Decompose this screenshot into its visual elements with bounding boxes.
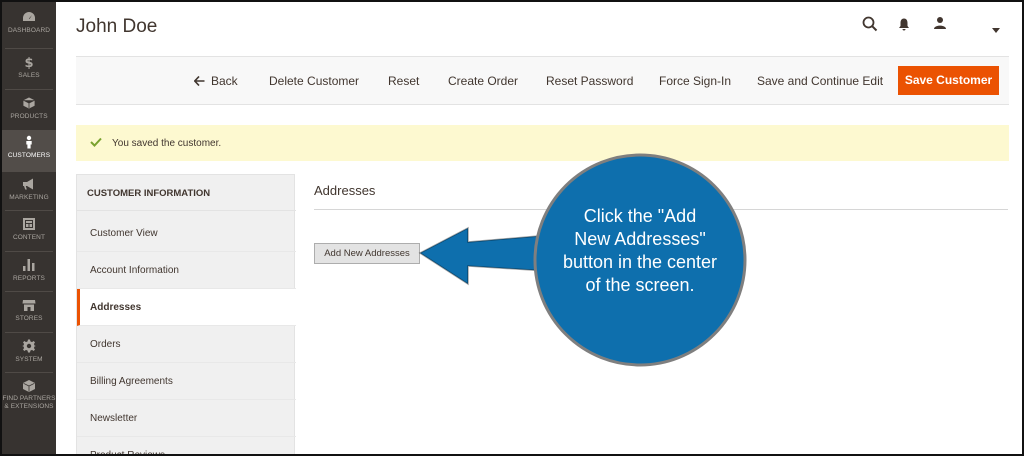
callout-line: New Addresses" [574,229,706,249]
callout-line: Click the "Add [583,206,697,226]
callout-overlay [418,153,747,367]
callout-line: of the screen. [585,275,695,295]
callout-text: Click the "Add New Addresses" button in … [542,205,738,297]
callout-line: button in the center [562,252,718,272]
screen-frame: DASHBOARD $ SALES PRODUCTS CUSTOMERS MAR… [0,0,1024,456]
